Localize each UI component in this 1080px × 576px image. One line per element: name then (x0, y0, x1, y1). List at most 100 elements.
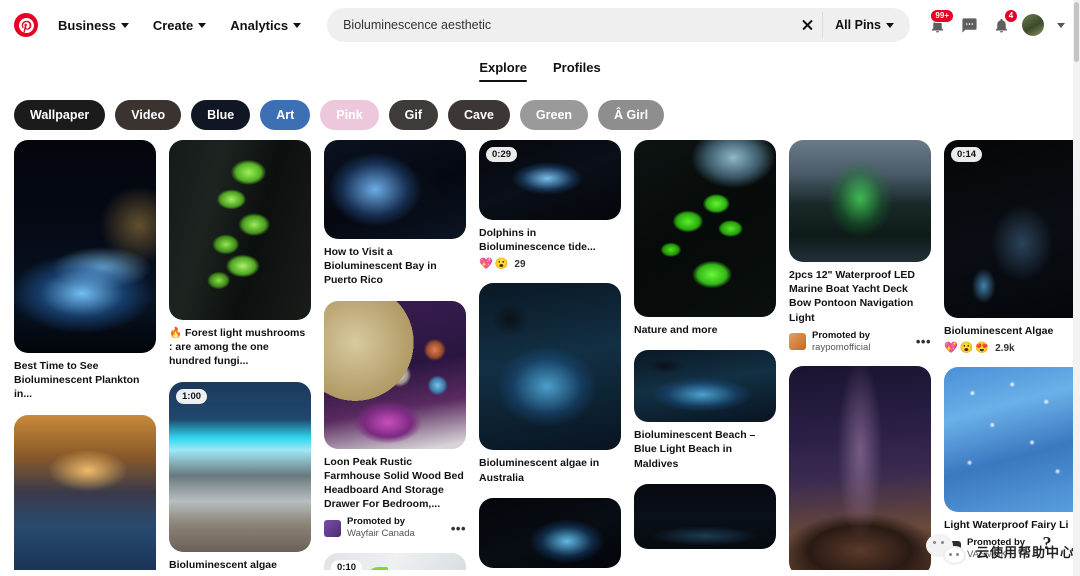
nav-label: Create (152, 17, 194, 33)
filter-chip[interactable]: Video (115, 100, 182, 130)
pin-image[interactable]: 0:29 (479, 140, 621, 220)
reaction-emoji-icon: 😍 (975, 342, 990, 355)
pin-image[interactable] (479, 283, 621, 451)
result-tabs: Explore Profiles (0, 60, 1080, 92)
chevron-down-icon (293, 23, 302, 28)
pin-image[interactable] (789, 140, 931, 262)
pin-image[interactable] (169, 140, 311, 320)
promoted-row[interactable]: Promoted by Wayfair Canada ••• (324, 516, 466, 540)
pin-card[interactable]: Light Waterproof Fairy Li Promoted by VASM… (944, 367, 1080, 561)
video-duration-badge: 0:10 (331, 559, 363, 570)
tab-explore[interactable]: Explore (479, 60, 527, 82)
chevron-down-icon (886, 23, 894, 28)
pin-image[interactable] (479, 497, 621, 568)
nav-item-business[interactable]: Business (48, 11, 139, 40)
pin-card[interactable]: Loon Peak Rustic Farmhouse Solid Wood Be… (324, 300, 466, 540)
all-pins-filter[interactable]: All Pins (822, 12, 904, 38)
pin-card[interactable]: Bioluminescent Beach – Blue Light Beach … (634, 350, 776, 471)
pin-card[interactable]: 1:00 Bioluminescent algae appearing on a … (169, 381, 311, 570)
pin-title: Loon Peak Rustic Farmhouse Solid Wood Be… (324, 455, 464, 511)
reaction-row[interactable]: 💖 😮 😍 2.9k (944, 342, 1080, 355)
filter-chip[interactable]: Green (519, 100, 589, 130)
filter-chip[interactable]: Wallpaper (14, 100, 106, 130)
reaction-row[interactable]: 💖 😮 29 (479, 258, 621, 271)
pin-image[interactable] (14, 414, 156, 570)
pin-card[interactable] (14, 414, 156, 570)
pin-title: Best Time to See Bioluminescent Plankton… (14, 360, 140, 401)
pin-card[interactable]: 0:10HELLO FRESHFresh recipes every week!… (324, 552, 466, 570)
pin-image[interactable]: 0:14 (944, 140, 1080, 318)
filter-chip[interactable]: Pink (320, 100, 379, 130)
pin-card[interactable]: Bioluminescent algae in Australia (479, 283, 621, 484)
reaction-emoji-icon: 😮 (959, 342, 974, 355)
avatar[interactable] (1018, 10, 1048, 40)
advertiser-avatar (789, 333, 806, 351)
help-button[interactable]: ? (1036, 532, 1058, 554)
pin-image[interactable] (324, 140, 466, 239)
pin-card[interactable] (789, 366, 931, 570)
scrollbar-thumb[interactable] (1074, 2, 1079, 62)
promoted-row[interactable]: Promoted by raypomofficial ••• (789, 330, 931, 354)
megaphone-badge: 4 (1004, 9, 1018, 23)
pin-column: 0:14 Bioluminescent Algae 💖 😮 😍 2.9k Light Wat… (944, 140, 1080, 570)
promoted-row[interactable]: Promoted byVASMOK••• (944, 537, 1080, 561)
pin-column: Best Time to See Bioluminescent Plankton… (14, 140, 156, 570)
chat-bubble-icon[interactable] (954, 10, 984, 40)
header-icon-group: 99+ 4 (922, 9, 1068, 40)
pin-title: 2pcs 12" Waterproof LED Marine Boat Yach… (789, 269, 915, 324)
pin-title: 🔥 Forest light mushrooms : are among the… (169, 327, 306, 368)
page-scrollbar[interactable] (1073, 0, 1080, 576)
reaction-count: 29 (514, 259, 526, 271)
nav-item-analytics[interactable]: Analytics (220, 11, 311, 40)
pin-card[interactable] (634, 483, 776, 549)
pin-title: Bioluminescent Algae (944, 325, 1054, 337)
video-duration-badge: 0:14 (951, 147, 983, 162)
more-options-icon[interactable]: ••• (451, 521, 466, 536)
pin-card[interactable]: 0:14 Bioluminescent Algae 💖 😮 😍 2.9k (944, 140, 1080, 354)
megaphone-icon[interactable]: 4 (986, 9, 1018, 40)
pin-image[interactable] (634, 350, 776, 423)
advertiser-name: Wayfair Canada (347, 528, 415, 540)
pin-title: Nature and more (634, 324, 718, 336)
close-icon[interactable] (794, 12, 820, 38)
pinterest-logo-icon[interactable] (14, 13, 38, 37)
pin-title: Bioluminescent algae in Australia (479, 457, 600, 484)
pin-title: Dolphins in Bioluminescence tide... (479, 227, 596, 254)
pin-column: 🔥 Forest light mushrooms : are among the… (169, 140, 311, 570)
pin-image[interactable] (634, 483, 776, 549)
pin-image[interactable]: 1:00 (169, 381, 311, 552)
filter-chip[interactable]: Blue (191, 100, 251, 130)
pin-card[interactable] (479, 497, 621, 568)
filter-chip[interactable]: Cave (448, 100, 510, 130)
filter-chip[interactable]: Gif (388, 100, 439, 130)
account-chevron-down-icon[interactable] (1050, 10, 1068, 40)
search-bar[interactable]: All Pins (327, 8, 910, 42)
search-input[interactable] (343, 18, 795, 32)
filter-chip[interactable]: Art (260, 100, 311, 130)
more-options-icon[interactable]: ••• (916, 334, 931, 349)
hellofresh-logo-icon: HELLO FRESH (368, 566, 462, 570)
pin-card[interactable]: 2pcs 12" Waterproof LED Marine Boat Yach… (789, 140, 931, 353)
pin-card[interactable]: 🔥 Forest light mushrooms : are among the… (169, 140, 311, 369)
reaction-emoji-icon: 😮 (494, 258, 509, 271)
nav-item-create[interactable]: Create (143, 11, 216, 40)
pin-image[interactable]: 0:10HELLO FRESHFresh recipes every week!… (324, 552, 466, 570)
filter-chip[interactable]: Â Girl (598, 100, 665, 130)
video-duration-badge: 0:29 (486, 147, 518, 162)
pin-title: Bioluminescent Beach – Blue Light Beach … (634, 429, 756, 470)
pin-image[interactable] (789, 366, 931, 570)
chevron-down-icon (120, 23, 129, 28)
reaction-emoji-icon: 💖 (944, 342, 958, 355)
pin-image[interactable] (14, 140, 156, 353)
pin-card[interactable]: How to Visit a Bioluminescent Bay in Pue… (324, 140, 466, 288)
bell-icon[interactable]: 99+ (922, 9, 954, 40)
chevron-down-icon (198, 23, 207, 28)
pin-image[interactable] (634, 140, 776, 317)
pin-image[interactable] (944, 367, 1080, 513)
pin-image[interactable] (324, 300, 466, 449)
pin-card[interactable]: Nature and more (634, 140, 776, 337)
tab-profiles[interactable]: Profiles (553, 60, 601, 82)
pin-card[interactable]: Best Time to See Bioluminescent Plankton… (14, 140, 156, 402)
pin-column: 2pcs 12" Waterproof LED Marine Boat Yach… (789, 140, 931, 570)
pin-card[interactable]: 0:29 Dolphins in Bioluminescence tide... 💖… (479, 140, 621, 270)
